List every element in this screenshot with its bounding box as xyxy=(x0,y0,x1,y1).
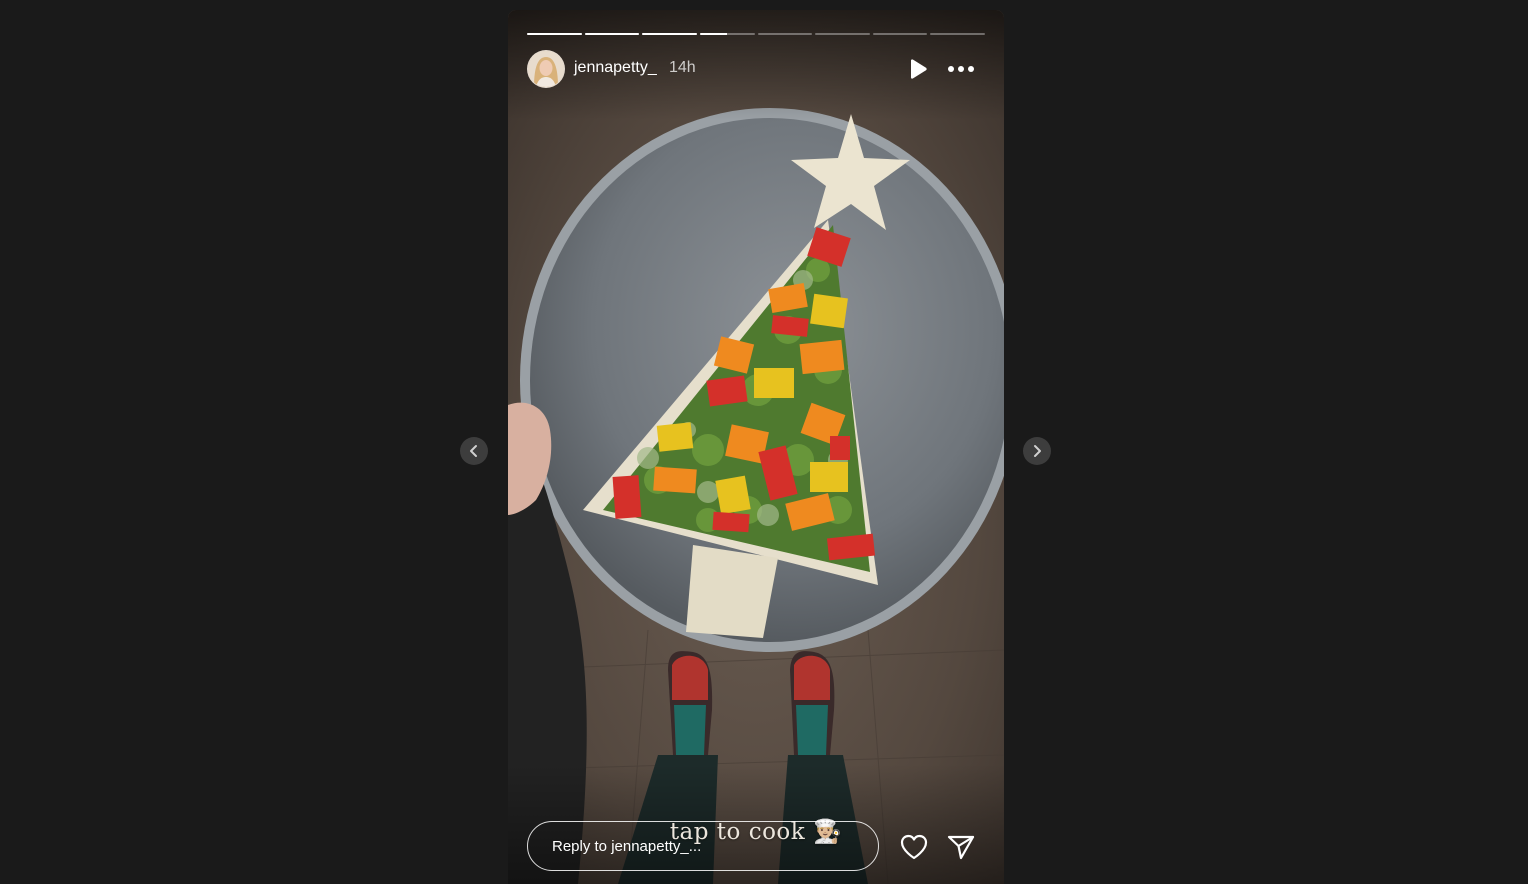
progress-segment xyxy=(757,33,813,35)
story-viewer-page: jennapetty_ 14h tap to cook 👨🏼‍🍳 xyxy=(0,0,1528,884)
avatar[interactable] xyxy=(527,50,565,88)
chevron-right-icon xyxy=(1034,445,1041,457)
progress-fill xyxy=(699,33,728,35)
chevron-left-icon xyxy=(470,445,477,457)
like-button[interactable] xyxy=(899,833,929,861)
progress-segment xyxy=(872,33,928,35)
story-timestamp: 14h xyxy=(669,59,696,76)
progress-fill xyxy=(642,33,697,35)
story-card[interactable]: jennapetty_ 14h tap to cook 👨🏼‍🍳 xyxy=(508,10,1004,884)
progress-segment xyxy=(815,33,870,35)
heart-icon xyxy=(900,834,928,860)
more-horizontal-icon xyxy=(948,66,974,72)
next-story-button[interactable] xyxy=(1023,437,1051,465)
progress-fill xyxy=(527,33,582,35)
progress-segment xyxy=(699,33,755,35)
progress-segment xyxy=(584,33,640,35)
progress-segment xyxy=(642,33,697,35)
progress-segment xyxy=(527,33,582,35)
story-username[interactable]: jennapetty_ xyxy=(574,59,657,77)
play-icon xyxy=(911,59,927,79)
send-icon xyxy=(947,835,975,860)
more-options-button[interactable] xyxy=(947,58,975,80)
story-progress-bar xyxy=(527,33,985,35)
story-header: jennapetty_ 14h xyxy=(527,50,985,88)
play-button[interactable] xyxy=(907,58,929,80)
previous-story-button[interactable] xyxy=(460,437,488,465)
reply-input[interactable] xyxy=(527,821,879,871)
send-button[interactable] xyxy=(947,833,975,861)
progress-fill xyxy=(584,33,640,35)
progress-segment xyxy=(930,33,985,35)
avatar-image xyxy=(528,51,564,87)
story-photo xyxy=(508,10,1004,884)
